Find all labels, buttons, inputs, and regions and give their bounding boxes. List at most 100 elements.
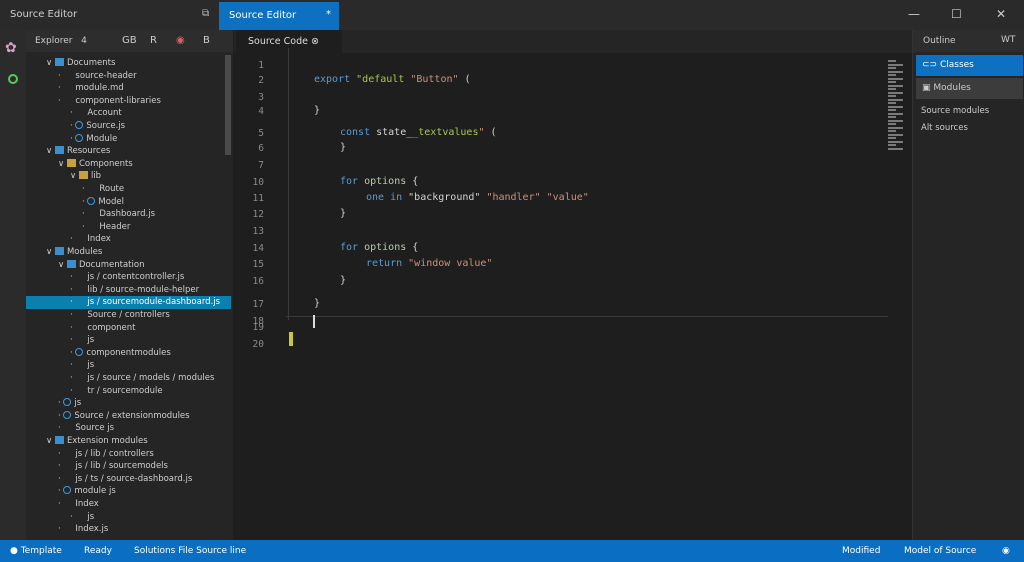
code-line[interactable]: one in "background" "handler" "value"	[366, 192, 589, 203]
status-line-info[interactable]: Solutions File Source line	[134, 546, 246, 556]
tree-item[interactable]: · Model	[26, 196, 231, 209]
tree-item[interactable]: ∨ Resources	[26, 145, 231, 158]
change-marker	[289, 332, 293, 346]
tree-item-label: Source.js	[86, 121, 126, 131]
tree-item-label: tr / sourcemodule	[87, 385, 163, 396]
code-line[interactable]: for options {	[340, 176, 418, 187]
refresh-icon[interactable]: ◉	[176, 35, 185, 46]
tree-item[interactable]: · js / sourcemodule-dashboard.js	[26, 296, 231, 310]
tree-item[interactable]: · tr / sourcemodule	[26, 385, 231, 398]
minimap[interactable]	[886, 60, 910, 160]
collapse-icon[interactable]: B	[203, 35, 210, 46]
tree-item[interactable]: ∨ Components	[26, 158, 231, 171]
tree-item[interactable]: · Source / extensionmodules	[26, 410, 231, 423]
code-line[interactable]: }	[314, 105, 320, 116]
minimap-line	[888, 130, 896, 132]
status-template[interactable]: ● Template	[10, 546, 62, 556]
tree-item[interactable]: · js / lib / controllers	[26, 448, 231, 461]
tree-item[interactable]: · Account	[26, 107, 231, 120]
chevron-icon[interactable]: ∨	[46, 146, 55, 156]
tree-item[interactable]: · js / ts / source-dashboard.js	[26, 473, 231, 486]
tree-item[interactable]: · lib / source-module-helper	[26, 284, 231, 297]
line-number: 10	[252, 177, 264, 188]
tree-item[interactable]: · Route	[26, 183, 231, 196]
outline-menu-icon[interactable]: WT	[1001, 35, 1015, 45]
editor-tab[interactable]: Source Code ⊗	[236, 30, 342, 53]
minimap-line	[888, 98, 903, 101]
chevron-icon[interactable]: ∨	[46, 436, 55, 446]
sidebar-scrollbar[interactable]	[225, 55, 231, 155]
tree-item[interactable]: · js	[26, 397, 231, 410]
tree-item[interactable]: ∨ Extension modules	[26, 435, 231, 448]
code-token: return	[366, 258, 409, 269]
tree-item[interactable]: · module.md	[26, 82, 231, 95]
tree-item[interactable]: · Index.js	[26, 523, 231, 536]
tree-item[interactable]: · js / source / models / modules	[26, 372, 231, 385]
editor[interactable]: Source Code ⊗ 1 2 export "default "Button"…	[234, 30, 912, 540]
code-line[interactable]: return "window value"	[366, 258, 492, 269]
line-number: 5	[258, 128, 264, 139]
code-token: "default	[356, 74, 411, 85]
tree-item[interactable]: · Source / controllers	[26, 309, 231, 322]
tree-item[interactable]: ∨ Documents	[26, 57, 231, 70]
outline-item-modules[interactable]: ▣ Modules	[916, 78, 1023, 99]
code-line[interactable]: export "default "Button" (	[314, 74, 471, 85]
minimap-line	[888, 147, 903, 150]
tree-item[interactable]: · module js	[26, 485, 231, 498]
tree-item[interactable]: ∨ Documentation	[26, 259, 231, 272]
tree-item[interactable]: · js	[26, 511, 231, 524]
title-tab[interactable]: Source Editor *	[219, 2, 339, 30]
tree-item[interactable]: · component-libraries	[26, 95, 231, 108]
tree-item[interactable]: · Module	[26, 133, 231, 146]
chevron-icon[interactable]: ∨	[70, 171, 79, 181]
layout-icon[interactable]: ⧉	[202, 8, 209, 19]
outline-text[interactable]: Source modules	[921, 106, 989, 116]
title-tab-label: Source Editor	[229, 10, 297, 21]
chevron-icon[interactable]: ∨	[58, 260, 67, 270]
minimap-line	[888, 74, 896, 76]
new-folder-icon[interactable]: R	[150, 35, 157, 46]
code-line[interactable]: }	[340, 208, 346, 219]
tree-item[interactable]: · js / contentcontroller.js	[26, 271, 231, 284]
chevron-icon[interactable]: ∨	[46, 58, 55, 68]
outline-item-classes[interactable]: ⊂⊃ Classes	[916, 55, 1023, 76]
tree-item[interactable]: · Source.js	[26, 120, 231, 133]
tree-item[interactable]: ∨ Modules	[26, 246, 231, 259]
tree-item[interactable]: · Dashboard.js	[26, 208, 231, 221]
chevron-icon[interactable]: ∨	[58, 159, 67, 169]
tree-item[interactable]: · js	[26, 334, 231, 347]
outline-text[interactable]: Alt sources	[921, 123, 968, 133]
tree-item[interactable]: · js	[26, 359, 231, 372]
status-model[interactable]: Model of Source	[904, 546, 976, 556]
tree-item-label: Account	[87, 108, 122, 119]
close-button[interactable]: ✕	[996, 7, 1006, 21]
tree-item[interactable]: · Header	[26, 221, 231, 234]
status-icon[interactable]	[8, 74, 18, 84]
new-file-icon[interactable]: GB	[122, 35, 137, 46]
tree-item[interactable]: ∨ lib	[26, 170, 231, 183]
minimize-button[interactable]: —	[908, 7, 920, 21]
code-line[interactable]: }	[314, 298, 320, 309]
tree-item[interactable]: · source-header	[26, 70, 231, 83]
status-ready[interactable]: Ready	[84, 546, 112, 556]
tree-item[interactable]: · Index	[26, 233, 231, 246]
modified-icon[interactable]: *	[326, 9, 331, 20]
code-line[interactable]: }	[340, 275, 346, 286]
code-token: one in	[366, 192, 409, 203]
code-line[interactable]: }	[340, 142, 346, 153]
close-tab-icon[interactable]: ⊗	[311, 36, 319, 47]
tree-item[interactable]: · componentmodules	[26, 347, 231, 360]
maximize-button[interactable]: ☐	[951, 7, 962, 21]
code-line[interactable]: const state__textvalues" (	[340, 127, 497, 138]
chevron-icon[interactable]: ∨	[46, 247, 55, 257]
notification-icon[interactable]: ◉	[1002, 546, 1010, 556]
tree-item[interactable]: · js / lib / sourcemodels	[26, 460, 231, 473]
tree-item[interactable]: · Index	[26, 498, 231, 511]
tree-item[interactable]: · component	[26, 322, 231, 335]
class-icon: ⊂⊃	[922, 60, 940, 70]
code-token: }	[314, 105, 321, 116]
tree-item[interactable]: · Source js	[26, 422, 231, 435]
status-modified[interactable]: Modified	[842, 546, 880, 556]
extensions-icon[interactable]: ✿	[5, 40, 17, 56]
code-line[interactable]: for options {	[340, 242, 418, 253]
